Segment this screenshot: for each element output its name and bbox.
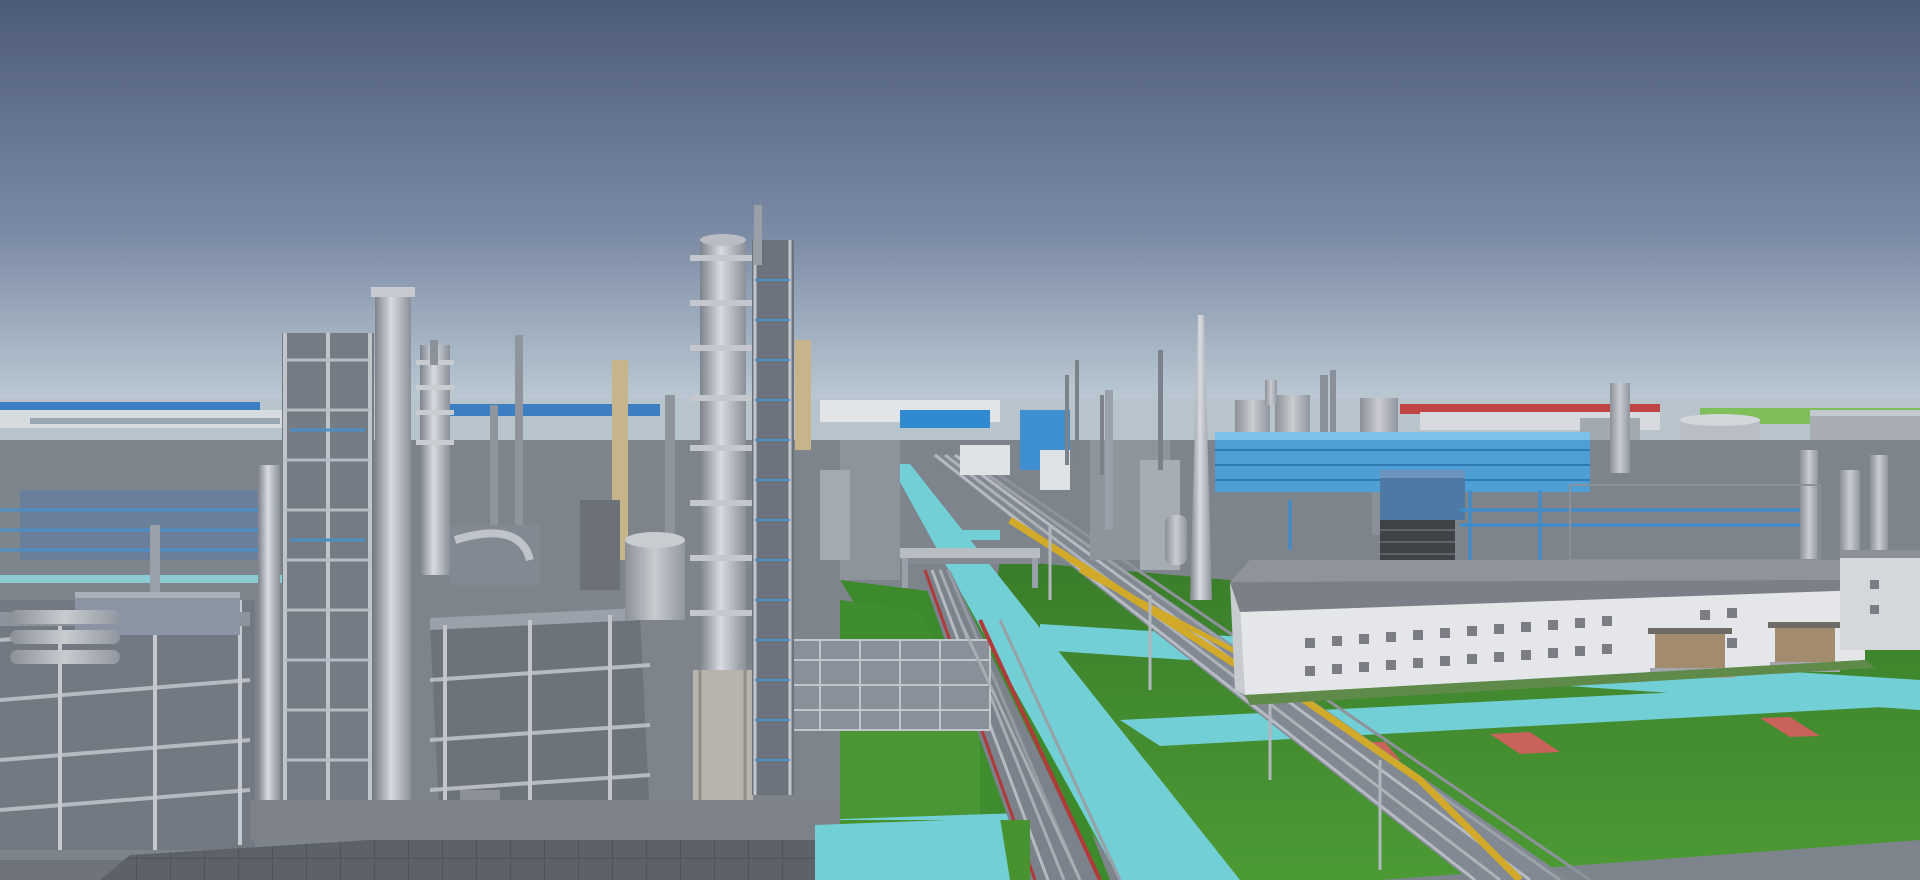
steel-structure-mid: [789, 639, 991, 731]
plant-floor: [250, 800, 840, 840]
side-building-right: [1840, 550, 1920, 650]
refinery-scene: [0, 0, 1920, 880]
grass-patch-mid: [840, 720, 980, 830]
column-ringed: [416, 340, 454, 575]
walkway-bottom: [815, 818, 1010, 880]
lattice-tower-center: [752, 205, 794, 795]
